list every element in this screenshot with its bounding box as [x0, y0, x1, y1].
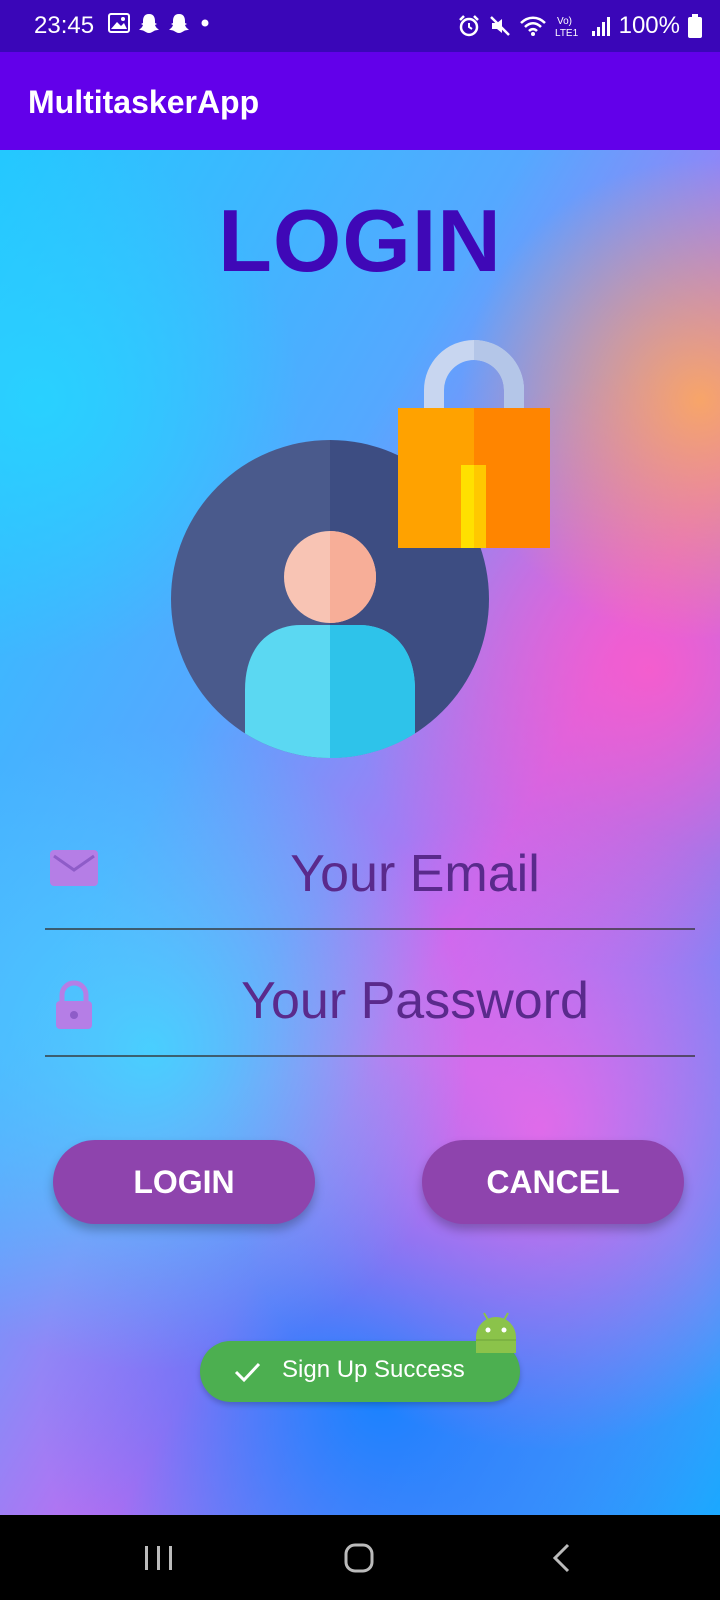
alarm-icon: [458, 15, 479, 37]
battery-percentage: 100%: [618, 12, 680, 39]
password-underline: [45, 1055, 695, 1057]
navigation-bar: [0, 1515, 720, 1600]
snapchat-icon: [169, 14, 189, 33]
page-title: LOGIN: [218, 191, 502, 290]
app-title: MultitaskerApp: [28, 84, 260, 120]
svg-text:LTE1: LTE1: [555, 28, 579, 38]
padlock-illustration: [398, 340, 550, 548]
toast-notification: Sign Up Success: [200, 1341, 520, 1402]
home-icon[interactable]: [343, 1542, 375, 1574]
password-field-row: [45, 957, 695, 1057]
lock-icon: [56, 980, 92, 1029]
status-time: 23:45: [34, 12, 95, 39]
mute-icon: [489, 16, 510, 36]
email-input[interactable]: [135, 838, 695, 910]
dot-icon: [201, 19, 209, 27]
notification-icons: [108, 12, 212, 34]
image-icon: [108, 13, 130, 33]
signal-icon: [591, 17, 610, 36]
status-bar: 23:45 Vo) LTE1 100%: [0, 0, 720, 52]
email-field-row: [45, 830, 695, 930]
snapchat-icon: [139, 14, 159, 33]
wifi-icon: [519, 16, 546, 36]
back-icon[interactable]: [550, 1542, 572, 1574]
login-button[interactable]: LOGIN: [53, 1140, 315, 1224]
android-icon: [476, 1312, 516, 1353]
volte-icon: Vo)LTE1: [555, 16, 579, 38]
app-bar: MultitaskerApp: [0, 52, 720, 150]
check-icon: [234, 1362, 261, 1383]
svg-text:Vo): Vo): [557, 16, 572, 27]
battery-icon: [688, 14, 702, 38]
cancel-button[interactable]: CANCEL: [422, 1140, 684, 1224]
system-icons: Vo) LTE1 100%: [457, 12, 702, 40]
login-screen: LOGIN Your Email LOGIN CANCEL Sign Up Su…: [0, 150, 720, 1515]
recent-apps-icon[interactable]: [143, 1543, 175, 1573]
email-icon: [50, 850, 98, 886]
password-input[interactable]: [135, 965, 695, 1037]
email-underline: [45, 928, 695, 930]
toast-message: Sign Up Success: [282, 1356, 465, 1383]
